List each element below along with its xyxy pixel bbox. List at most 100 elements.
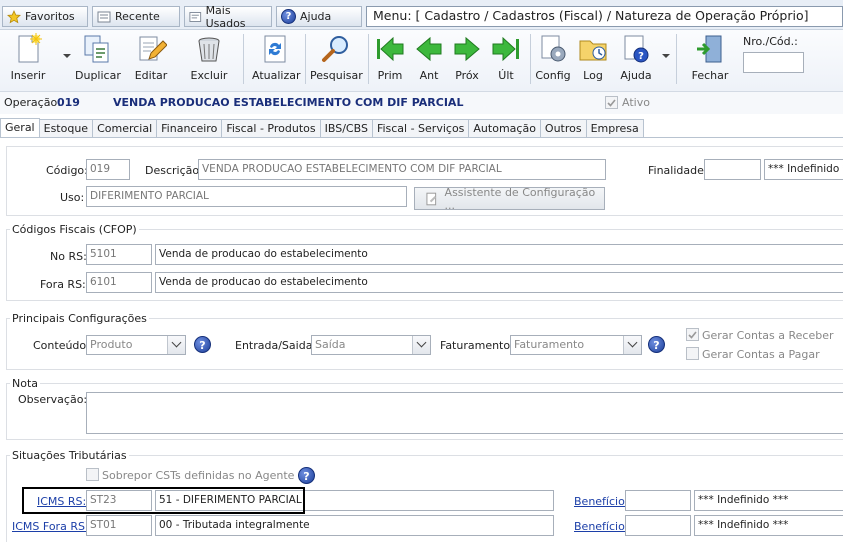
sobrepor-help-icon[interactable]: ? — [298, 467, 315, 484]
config-button[interactable]: Config — [533, 33, 573, 85]
prox-label: Próx — [455, 69, 479, 82]
tab-ibs-cbs[interactable]: IBS/CBS — [319, 119, 373, 138]
fora-rs-label: Fora RS: — [40, 278, 86, 291]
icms-fora-rs-description: 00 - Tributada integralmente — [155, 515, 554, 536]
faturamento-help-icon[interactable]: ? — [648, 336, 665, 353]
atualizar-label: Atualizar — [252, 69, 301, 82]
beneficio-description: *** Indefinido *** — [694, 490, 843, 511]
edit-icon — [139, 36, 167, 61]
first-record-icon — [377, 36, 404, 62]
search-icon — [322, 36, 348, 62]
excluir-button[interactable]: Excluir — [187, 33, 231, 85]
cfop-title: Códigos Fiscais (CFOP) — [10, 223, 139, 236]
mais-usados-button[interactable]: Mais Usados — [184, 3, 272, 30]
ajuda-dropdown-icon[interactable] — [662, 54, 670, 58]
most-used-icon — [189, 11, 202, 22]
situacoes-title: Situações Tributárias — [10, 449, 129, 462]
tab-automacao[interactable]: Automação — [468, 119, 541, 138]
tab-financeiro[interactable]: Financeiro — [156, 119, 223, 138]
config-label: Config — [535, 69, 571, 82]
no-rs-code-input[interactable]: 5101 — [86, 244, 152, 265]
sobrepor-label: Sobrepor CSTs definidas no Agente — [102, 469, 295, 482]
editar-button[interactable]: Editar — [129, 33, 173, 85]
tab-divider — [0, 137, 843, 138]
duplicar-button[interactable]: Duplicar — [75, 33, 121, 85]
beneficio-description: *** Indefinido *** — [694, 515, 843, 536]
tab-fiscal-produtos[interactable]: Fiscal - Produtos — [221, 119, 321, 138]
assistente-label: Assistente de Configuração ... — [444, 185, 596, 212]
tab-outros[interactable]: Outros — [539, 119, 587, 138]
beneficio-code-input[interactable] — [625, 490, 691, 511]
entrada-saida-value: Saída — [315, 338, 346, 351]
conteudo-select[interactable]: Produto — [86, 335, 186, 355]
prim-button[interactable]: Prim — [371, 33, 409, 85]
icms-fora-rs-code-input[interactable]: ST01 — [86, 515, 152, 536]
faturamento-label: Faturamento: — [440, 339, 514, 352]
mais-usados-label: Mais Usados — [205, 3, 246, 30]
excluir-label: Excluir — [190, 69, 228, 82]
wizard-icon — [426, 192, 437, 205]
faturamento-select[interactable]: Faturamento — [510, 335, 642, 355]
atualizar-button[interactable]: Atualizar — [252, 33, 301, 85]
toolbar-separator — [368, 34, 369, 84]
star-icon — [7, 9, 21, 23]
inserir-button[interactable]: Inserir — [6, 33, 50, 85]
recente-button[interactable]: Recente — [92, 6, 180, 27]
ult-button[interactable]: Últ — [487, 33, 525, 85]
codigo-label: Código: — [46, 164, 88, 177]
new-document-icon — [18, 33, 42, 63]
nro-cod-label: Nro./Cód.: — [743, 35, 798, 48]
codigo-input[interactable]: 019 — [86, 159, 130, 180]
fechar-button[interactable]: Fechar — [688, 33, 732, 85]
beneficio-link[interactable]: Benefício: — [574, 520, 629, 533]
nota-title: Nota — [10, 377, 41, 390]
observacao-textarea[interactable] — [86, 392, 843, 434]
sobrepor-checkbox[interactable] — [86, 468, 99, 481]
operation-number: 019 — [57, 96, 80, 109]
beneficio-link[interactable]: Benefício: — [574, 495, 629, 508]
entrada-saida-label: Entrada/Saida: — [235, 339, 317, 352]
highlight-box — [22, 487, 305, 514]
entrada-saida-select[interactable]: Saída — [311, 335, 431, 355]
gerar-receber-checkbox[interactable] — [686, 328, 699, 341]
beneficio-code-input[interactable] — [625, 515, 691, 536]
chevron-down-icon — [623, 336, 641, 354]
favoritos-button[interactable]: Favoritos — [2, 6, 88, 27]
conteudo-value: Produto — [90, 338, 133, 351]
gerar-pagar-checkbox[interactable] — [686, 347, 699, 360]
prox-button[interactable]: Próx — [448, 33, 486, 85]
ativo-checkbox[interactable] — [605, 96, 618, 109]
operation-name: VENDA PRODUCAO ESTABELECIMENTO COM DIF P… — [113, 96, 464, 109]
finalidade-code-input[interactable] — [704, 159, 761, 180]
config-icon — [541, 35, 566, 62]
finalidade-description: *** Indefinido *** — [764, 159, 843, 180]
finalidade-label: Finalidade: — [648, 164, 708, 177]
ajuda-toolbar-button[interactable]: ? Ajuda — [616, 33, 656, 85]
tab-geral[interactable]: Geral — [0, 118, 40, 138]
uso-input[interactable]: DIFERIMENTO PARCIAL — [86, 186, 407, 207]
chevron-down-icon — [412, 336, 430, 354]
tab-comercial[interactable]: Comercial — [92, 119, 158, 138]
icms-fora-rs-link[interactable]: ICMS Fora RS: — [12, 520, 89, 533]
pesquisar-button[interactable]: Pesquisar — [310, 33, 363, 85]
assistente-configuracao-button[interactable]: Assistente de Configuração ... — [414, 185, 605, 212]
svg-text:?: ? — [638, 51, 644, 62]
fora-rs-code-input[interactable]: 6101 — [86, 272, 152, 293]
log-button[interactable]: Log — [573, 33, 613, 85]
tab-fiscal-servicos[interactable]: Fiscal - Serviços — [371, 119, 470, 138]
conteudo-help-icon[interactable]: ? — [194, 336, 211, 353]
ajuda-toolbar-label: Ajuda — [620, 69, 652, 82]
descricao-input[interactable]: VENDA PRODUCAO ESTABELECIMENTO COM DIF P… — [198, 159, 606, 180]
editar-label: Editar — [134, 69, 168, 82]
ant-button[interactable]: Ant — [410, 33, 448, 85]
inserir-dropdown-icon[interactable] — [63, 54, 71, 58]
tab-empresa[interactable]: Empresa — [585, 119, 644, 138]
exit-door-icon — [697, 35, 722, 63]
menu-path: Menu: [ Cadastro / Cadastros (Fiscal) / … — [366, 6, 843, 27]
chevron-down-icon — [167, 336, 185, 354]
tab-estoque[interactable]: Estoque — [38, 119, 94, 138]
ajuda-top-button[interactable]: ? Ajuda — [276, 6, 362, 27]
toolbar-separator — [305, 34, 306, 84]
uso-label: Uso: — [60, 191, 85, 204]
nro-cod-input[interactable] — [743, 52, 804, 73]
